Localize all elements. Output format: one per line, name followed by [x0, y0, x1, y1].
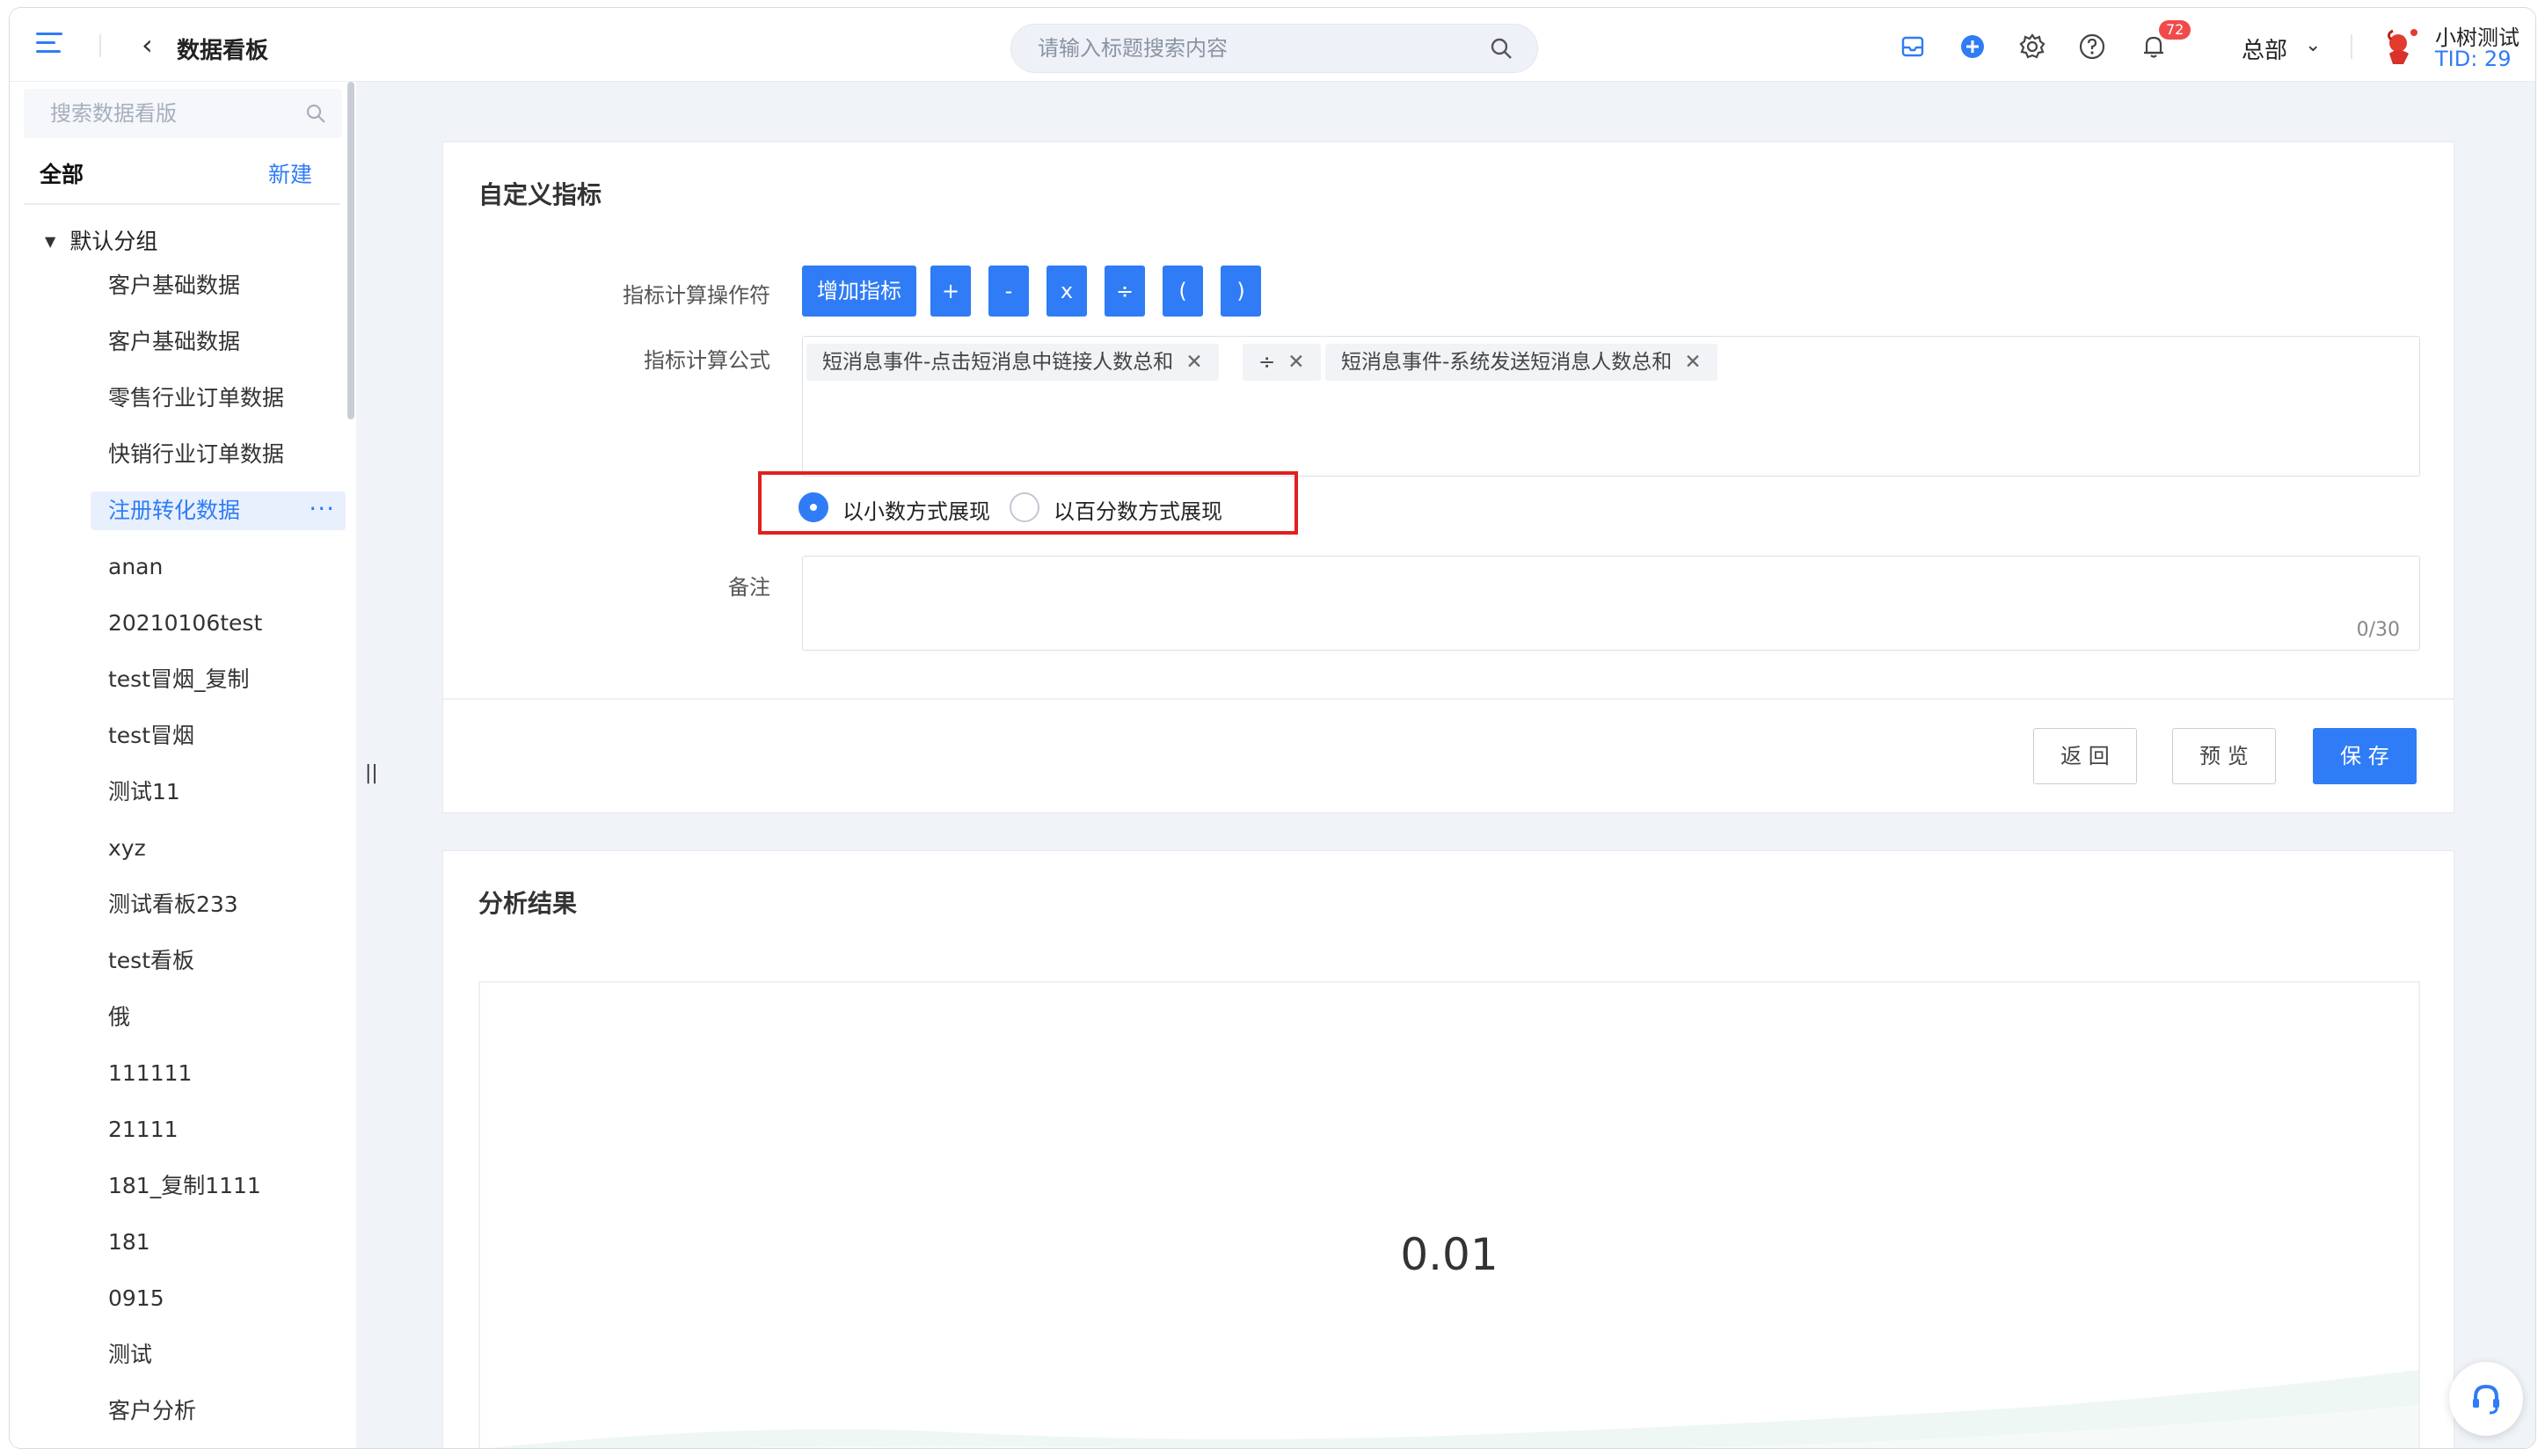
- list-item[interactable]: 测试看板233: [91, 885, 346, 942]
- formula-label: 指标计算公式: [644, 348, 770, 373]
- list-item[interactable]: 测试11: [91, 773, 346, 829]
- new-dashboard-button[interactable]: 新建: [268, 157, 312, 189]
- tag-label: 短消息事件-点击短消息中链接人数总和: [822, 351, 1174, 374]
- card-title: 分析结果: [478, 889, 578, 918]
- sidebar: 全部 新建 ▼ 默认分组 客户基础数据 客户基础数据 零售行业订单数据 快销行业订…: [10, 82, 356, 1448]
- search-input[interactable]: [1011, 25, 1469, 72]
- divider: [2351, 34, 2352, 59]
- result-value: 0.01: [1400, 1229, 1499, 1280]
- remark-field[interactable]: 0/30: [802, 556, 2420, 651]
- custom-metric-card: 自定义指标 指标计算操作符 增加指标 + - x ÷ ( ) 指标计算公式 短消…: [442, 142, 2454, 813]
- list-item[interactable]: xyz: [91, 829, 346, 885]
- formula-tag: 短消息事件-系统发送短消息人数总和 ✕: [1325, 344, 1717, 381]
- remark-textarea[interactable]: [803, 557, 2419, 650]
- search-icon[interactable]: [305, 103, 326, 124]
- list-item[interactable]: 客户基础数据: [91, 266, 346, 323]
- divider: [24, 203, 340, 205]
- sidebar-search-input[interactable]: [24, 89, 296, 138]
- list-item[interactable]: 零售行业订单数据: [91, 379, 346, 435]
- analysis-result-card: 分析结果 0.01: [442, 850, 2454, 1448]
- sidebar-all[interactable]: 全部: [40, 157, 84, 189]
- close-paren-button[interactable]: ): [1221, 266, 1261, 317]
- sidebar-group-default[interactable]: ▼ 默认分组: [45, 224, 157, 256]
- menu-icon[interactable]: [36, 33, 62, 55]
- org-selector[interactable]: 总部: [2242, 33, 2287, 65]
- search-icon[interactable]: [1490, 37, 1513, 60]
- resize-handle[interactable]: ||: [365, 762, 378, 784]
- global-search[interactable]: [1010, 24, 1538, 73]
- open-paren-button[interactable]: (: [1163, 266, 1203, 317]
- top-bar: ‹ 数据看板 请输入标题搜索内容 72 总部 ⌄ 小树测试 TID: 29: [10, 8, 2535, 82]
- list-item[interactable]: anan: [91, 548, 346, 604]
- remark-label: 备注: [728, 575, 770, 600]
- save-button[interactable]: 保 存: [2313, 728, 2417, 784]
- card-title: 自定义指标: [478, 180, 602, 209]
- list-item[interactable]: 21111: [91, 1110, 346, 1167]
- operator-label: 指标计算操作符: [623, 283, 770, 308]
- list-item[interactable]: 俄: [91, 998, 346, 1054]
- list-item[interactable]: 客户基础数据: [91, 323, 346, 379]
- list-item-active[interactable]: 注册转化数据 ···: [91, 491, 346, 530]
- dashboard-list: 客户基础数据 客户基础数据 零售行业订单数据 快销行业订单数据 注册转化数据 ·…: [91, 266, 346, 1448]
- formula-tag: ÷ ✕: [1243, 344, 1321, 381]
- close-icon[interactable]: ✕: [1684, 351, 1701, 374]
- back-icon[interactable]: ‹: [142, 31, 153, 59]
- list-item[interactable]: 客户分析: [91, 1392, 346, 1448]
- list-item[interactable]: test冒烟: [91, 717, 346, 773]
- support-button[interactable]: [2449, 1362, 2523, 1436]
- main-content: || 自定义指标 指标计算操作符 增加指标 + - x ÷ ( ) 指标计算公式…: [356, 82, 2535, 1448]
- notification-badge: 72: [2159, 20, 2191, 40]
- avatar[interactable]: [2377, 24, 2426, 69]
- plus-operator-button[interactable]: +: [930, 266, 971, 317]
- list-item[interactable]: 111111: [91, 1054, 346, 1110]
- divider: [99, 34, 101, 57]
- page-title: 数据看板: [177, 38, 269, 64]
- chevron-down-icon[interactable]: ⌄: [2305, 34, 2321, 56]
- multiply-operator-button[interactable]: x: [1046, 266, 1087, 317]
- tag-label: 短消息事件-系统发送短消息人数总和: [1341, 351, 1673, 374]
- list-item[interactable]: 181: [91, 1223, 346, 1279]
- radio-decimal-label[interactable]: 以小数方式展现: [842, 494, 990, 525]
- list-item[interactable]: 0915: [91, 1279, 346, 1336]
- preview-button[interactable]: 预 览: [2172, 728, 2276, 784]
- formula-tag: 短消息事件-点击短消息中链接人数总和 ✕: [806, 344, 1219, 381]
- divider: [443, 698, 2454, 700]
- more-icon[interactable]: ···: [309, 490, 335, 528]
- list-item[interactable]: 20210106test: [91, 604, 346, 660]
- help-icon[interactable]: [2078, 33, 2106, 61]
- group-label: 默认分组: [69, 229, 158, 254]
- close-icon[interactable]: ✕: [1185, 351, 1202, 374]
- char-counter: 0/30: [2356, 619, 2400, 641]
- radio-percent[interactable]: [1010, 492, 1039, 522]
- caret-down-icon[interactable]: ▼: [45, 233, 55, 250]
- minus-operator-button[interactable]: -: [988, 266, 1029, 317]
- add-metric-button[interactable]: 增加指标: [802, 266, 916, 317]
- tag-label: ÷: [1258, 351, 1276, 374]
- radio-percent-label[interactable]: 以百分数方式展现: [1054, 494, 1222, 525]
- divide-operator-button[interactable]: ÷: [1105, 266, 1145, 317]
- sidebar-search[interactable]: [24, 89, 342, 138]
- list-item[interactable]: 快销行业订单数据: [91, 435, 346, 491]
- list-item[interactable]: test冒烟_复制: [91, 660, 346, 717]
- headset-icon: [2473, 1384, 2499, 1415]
- add-icon[interactable]: [1958, 33, 1987, 61]
- back-button[interactable]: 返 回: [2033, 728, 2137, 784]
- list-item-label: 注册转化数据: [108, 498, 241, 523]
- sidebar-scrollbar[interactable]: [347, 82, 354, 419]
- gear-icon[interactable]: [2018, 33, 2046, 61]
- close-icon[interactable]: ✕: [1287, 351, 1304, 374]
- app-window: ‹ 数据看板 请输入标题搜索内容 72 总部 ⌄ 小树测试 TID: 29 搜索…: [9, 7, 2536, 1449]
- radio-decimal[interactable]: [799, 492, 828, 522]
- list-item[interactable]: 181_复制1111: [91, 1167, 346, 1223]
- formula-input[interactable]: 短消息事件-点击短消息中链接人数总和 ✕ ÷ ✕ 短消息事件-系统发送短消息人数总和…: [802, 336, 2420, 477]
- list-item[interactable]: test看板: [91, 942, 346, 998]
- user-tid: TID: 29: [2435, 47, 2512, 71]
- result-panel: 0.01: [478, 981, 2420, 1448]
- list-item[interactable]: 测试: [91, 1336, 346, 1392]
- inbox-icon[interactable]: [1899, 33, 1927, 61]
- decorative-wave: [489, 1370, 2418, 1448]
